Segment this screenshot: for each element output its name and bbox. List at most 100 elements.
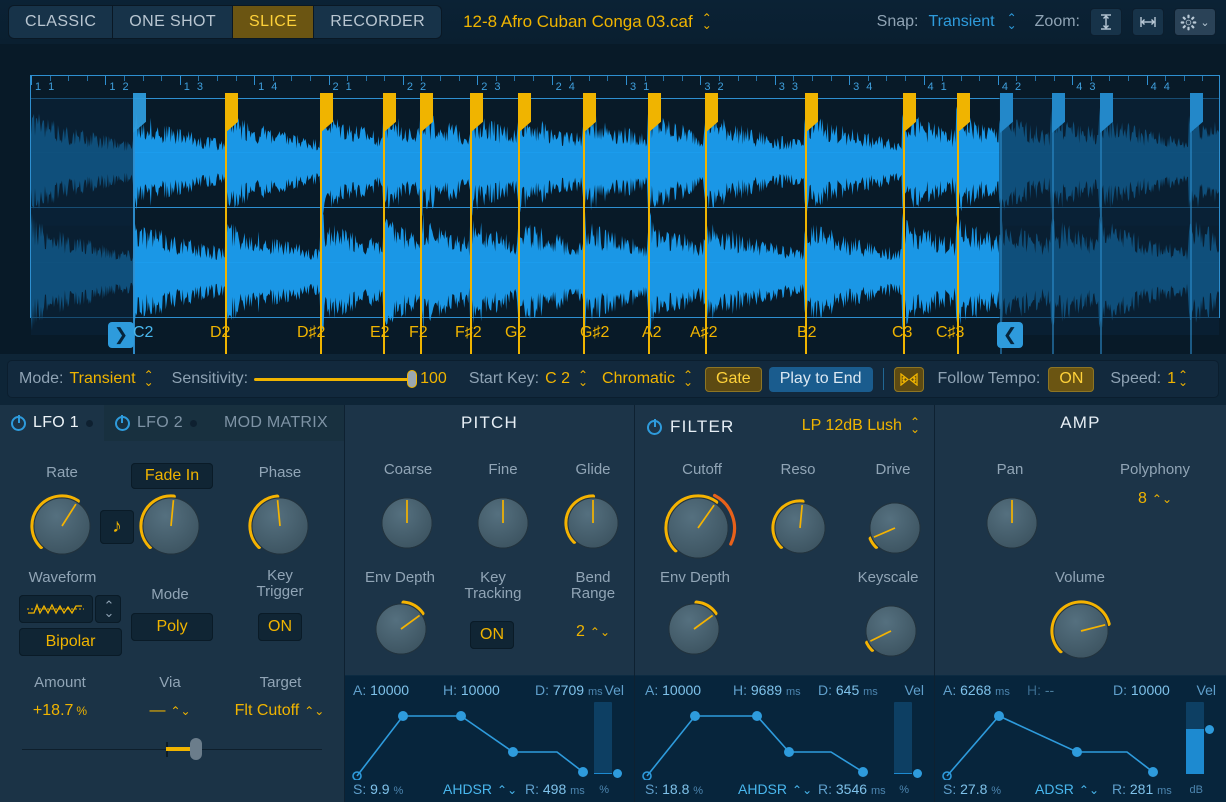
filter-keyscale-knob[interactable] [857,597,925,665]
slice-note-label[interactable]: G♯2 [580,324,609,342]
slice-note-label[interactable]: C3 [892,324,912,342]
snap-value-selector[interactable]: Transient [928,13,994,31]
filter-type-selector[interactable]: LP 12dB Lush ⌃⌄ [802,417,920,435]
pitch-env-type[interactable]: AHDSR⌃⌄ [443,781,517,797]
filter-env-release[interactable]: R: 3546 ms [818,781,886,797]
pitch-fine-knob[interactable] [469,489,537,557]
pitch-coarse-knob[interactable] [373,489,441,557]
amp-volume-knob[interactable] [1045,595,1117,667]
pitch-env-decay[interactable]: D: 7709 ms [535,682,603,698]
filter-env-hold[interactable]: H: 9689 ms [733,682,801,698]
mode-one-shot-button[interactable]: ONE SHOT [113,6,233,38]
timeline-ruler[interactable]: 1 11 21 31 42 12 22 32 43 13 23 33 44 14… [30,75,1220,99]
bowtie-link-icon[interactable] [894,367,924,392]
slice-note-label[interactable]: A♯2 [690,324,718,342]
slice-marker[interactable] [133,94,135,354]
slice-marker[interactable] [420,94,422,354]
tab-lfo-1[interactable]: LFO 1 [0,405,104,441]
gate-button[interactable]: Gate [705,367,762,392]
slice-marker[interactable] [383,94,385,354]
pitch-envelope-display[interactable]: A: 10000 H: 10000 D: 7709 ms S: 9.9 % AH… [345,675,634,802]
amp-env-sustain[interactable]: S: 27.8 % [943,781,1001,797]
lfo-mode-button[interactable]: Poly [131,613,213,641]
play-to-end-button[interactable]: Play to End [769,367,873,392]
sensitivity-slider[interactable] [254,372,414,386]
eighth-note-icon[interactable]: ♪ [100,510,134,544]
filter-env-type[interactable]: AHDSR⌃⌄ [738,781,812,797]
slice-note-label[interactable]: B2 [797,324,817,342]
slice-marker[interactable] [705,94,707,354]
slice-note-label[interactable]: C2 [133,324,153,342]
amp-env-velocity-slider[interactable] [1186,702,1204,774]
lfo-waveform-stepper[interactable]: ⌃⌄ [95,595,121,623]
slice-marker[interactable] [648,94,650,354]
chevron-right-icon[interactable]: ❯ [108,322,134,348]
filter-env-decay[interactable]: D: 645 ms [818,682,878,698]
pitch-env-velocity-handle[interactable] [613,769,622,778]
amp-envelope-display[interactable]: A: 6268 ms H: -- D: 10000 S: 27.8 % ADSR… [935,675,1226,802]
waveform-display[interactable] [30,98,1220,318]
tab-mod-matrix[interactable]: MOD MATRIX [208,405,344,441]
amp-env-decay[interactable]: D: 10000 [1113,682,1170,698]
snap-chevron-updown-icon[interactable]: ⌃⌄ [1007,15,1017,28]
file-name-selector[interactable]: 12-8 Afro Cuban Conga 03.caf ⌃⌄ [463,12,712,32]
amp-envelope-graph[interactable] [941,700,1189,780]
slice-marker[interactable] [805,94,807,354]
gear-icon[interactable]: ⌄ [1174,8,1216,36]
mode-recorder-button[interactable]: RECORDER [314,6,441,38]
filter-reso-knob[interactable] [766,494,834,562]
amp-pan-knob[interactable] [978,489,1046,557]
horizontal-zoom-icon[interactable] [1132,8,1164,36]
amp-env-type[interactable]: ADSR⌃⌄ [1035,781,1099,797]
slice-marker[interactable] [225,94,227,354]
pitch-key-tracking-button[interactable]: ON [470,621,514,649]
mode-classic-button[interactable]: CLASSIC [9,6,113,38]
filter-envelope-display[interactable]: A: 10000 H: 9689 ms D: 645 ms S: 18.8 % … [635,675,934,802]
filter-drive-knob[interactable] [861,494,929,562]
chevron-left-icon[interactable]: ❮ [997,322,1023,348]
lfo-via-value[interactable]: —⌃⌄ [120,702,220,720]
power-icon[interactable] [11,416,26,431]
slice-marker[interactable] [1100,94,1102,354]
filter-env-depth-knob[interactable] [660,595,728,663]
slice-note-label[interactable]: D2 [210,324,230,342]
slice-note-label[interactable]: A2 [642,324,662,342]
filter-env-velocity-slider[interactable] [894,702,912,774]
pitch-env-velocity-slider[interactable] [594,702,612,774]
slice-note-label[interactable]: F♯2 [455,324,482,342]
lfo-fade-in-knob[interactable] [134,489,208,563]
lfo-target-value[interactable]: Flt Cutoff⌃⌄ [222,702,337,720]
filter-env-sustain[interactable]: S: 18.8 % [645,781,703,797]
slice-marker[interactable] [957,94,959,354]
pitch-env-release[interactable]: R: 498 ms [525,781,585,797]
slice-marker[interactable] [1052,94,1054,354]
lfo-amount-value[interactable]: +18.7% [10,702,110,720]
lfo-waveform-icon[interactable] [19,595,93,623]
mode-slice-button[interactable]: SLICE [233,6,314,38]
pitch-glide-knob[interactable] [559,489,627,557]
slice-marker[interactable] [1000,94,1002,354]
scale-value[interactable]: Chromatic [602,370,675,388]
slice-note-label[interactable]: F2 [409,324,428,342]
slice-marker[interactable] [583,94,585,354]
lfo-fade-in-button[interactable]: Fade In [131,463,213,489]
pitch-env-attack[interactable]: A: 10000 [353,682,409,698]
lfo-polarity-button[interactable]: Bipolar [19,628,122,656]
pitch-envelope-graph[interactable] [351,700,599,780]
slice-marker[interactable] [1190,94,1192,354]
waveform-editor[interactable]: 1 11 21 31 42 12 22 32 43 13 23 33 44 14… [0,44,1226,354]
pitch-bend-range-value[interactable]: 2⌃⌄ [538,623,648,641]
slice-marker[interactable] [903,94,905,354]
filter-envelope-graph[interactable] [641,700,893,780]
slice-mode-chevron-updown-icon[interactable]: ⌃⌄ [144,372,154,385]
slice-marker[interactable] [518,94,520,354]
lfo-phase-knob[interactable] [243,489,317,563]
lfo-amount-slider[interactable] [22,740,322,758]
pitch-env-hold[interactable]: H: 10000 [443,682,500,698]
speed-value[interactable]: 1 [1167,370,1176,388]
follow-tempo-toggle[interactable]: ON [1048,367,1094,392]
amp-env-attack[interactable]: A: 6268 ms [943,682,1010,698]
start-key-value[interactable]: C 2 [545,370,570,388]
amp-env-release[interactable]: R: 281 ms [1112,781,1172,797]
filter-env-velocity-handle[interactable] [913,769,922,778]
